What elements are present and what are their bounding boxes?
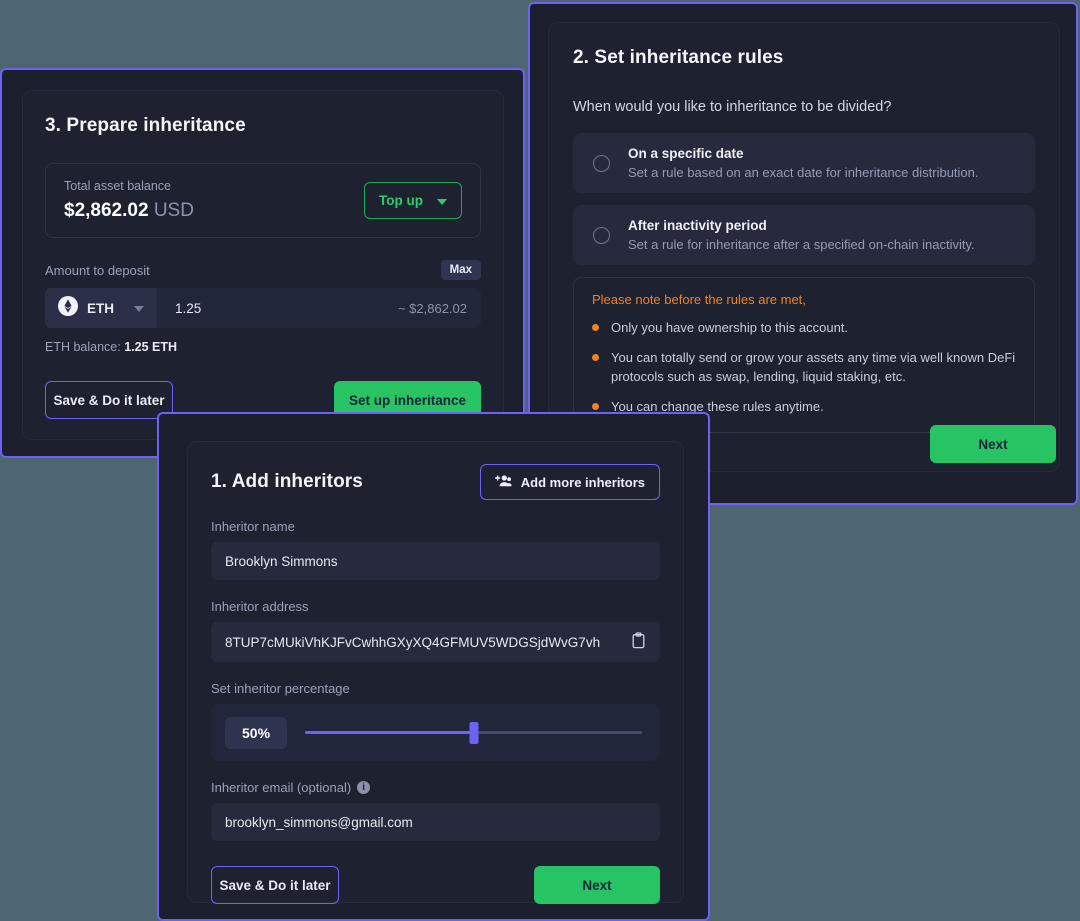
percentage-label: Set inheritor percentage	[211, 681, 350, 696]
inheritor-address-value: 8TUP7cMUkiVhKJFvCwhhGXyXQ4GFMUV5WDGSjdWv…	[225, 634, 601, 650]
add-more-inheritors-button[interactable]: Add more inheritors	[479, 464, 660, 500]
radio-option-title: On a specific date	[628, 146, 744, 161]
radio-icon[interactable]	[593, 226, 610, 244]
inheritors-title: 1. Add inheritors	[211, 471, 363, 492]
inheritor-name-label: Inheritor name	[211, 519, 295, 534]
top-up-dropdown[interactable]: Top up	[364, 182, 462, 219]
inheritor-email-group: Inheritor email (optional) i brooklyn_si…	[211, 780, 660, 841]
deposit-amount-input[interactable]: 1.25	[157, 301, 398, 316]
notice-item: You can totally send or grow your assets…	[592, 349, 1016, 387]
chevron-down-icon	[437, 193, 447, 208]
email-label-row: Inheritor email (optional) i	[211, 780, 660, 795]
eth-balance-hint: ETH balance: 1.25 ETH	[45, 340, 481, 354]
prepare-inheritance-panel: 3. Prepare inheritance Total asset balan…	[0, 68, 525, 458]
deposit-header: Amount to deposit Max	[45, 260, 481, 280]
percentage-slider-card: 50%	[211, 704, 660, 761]
eth-balance-value: 1.25 ETH	[124, 340, 178, 354]
inheritor-email-input[interactable]: brooklyn_simmons@gmail.com	[211, 803, 660, 841]
radio-option-description: Set a rule based on an exact date for in…	[628, 165, 979, 180]
max-button[interactable]: Max	[440, 260, 481, 280]
eth-balance-label: ETH balance:	[45, 340, 121, 354]
page-title: 2. Set inheritance rules	[573, 47, 784, 68]
rules-question: When would you like to inheritance to be…	[573, 99, 892, 115]
percentage-slider-track[interactable]	[305, 721, 642, 744]
inheritors-header: 1. Add inheritors Add more inheritors	[211, 464, 660, 500]
deposit-input-row: ETH 1.25 ~ $2,862.02	[45, 288, 481, 328]
token-name: ETH	[87, 300, 114, 316]
notice-item: Only you have ownership to this account.	[592, 319, 1016, 338]
inheritor-name-input[interactable]: Brooklyn Simmons	[211, 542, 660, 580]
chevron-down-icon	[134, 299, 144, 317]
prepare-title: 3. Prepare inheritance	[45, 115, 246, 136]
total-balance-card: Total asset balance $2,862.02 USD Top up	[45, 163, 481, 238]
save-later-button[interactable]: Save & Do it later	[45, 381, 173, 419]
person-add-icon	[494, 474, 512, 490]
inheritor-address-input[interactable]: 8TUP7cMUkiVhKJFvCwhhGXyXQ4GFMUV5WDGSjdWv…	[211, 622, 660, 662]
balance-amount: $2,862.02	[64, 200, 149, 221]
percentage-slider-thumb[interactable]	[469, 721, 479, 744]
total-balance-label: Total asset balance	[64, 179, 172, 193]
total-balance-value: $2,862.02 USD	[64, 200, 194, 222]
radio-option-inactivity-period[interactable]: After inactivity period Set a rule for i…	[573, 205, 1035, 265]
inheritors-actions: Save & Do it later Next	[211, 866, 660, 904]
deposit-label: Amount to deposit	[45, 262, 150, 278]
token-selector[interactable]: ETH	[45, 288, 157, 328]
notice-heading: Please note before the rules are met,	[592, 292, 806, 307]
clipboard-icon[interactable]	[631, 632, 646, 652]
top-up-label: Top up	[379, 193, 423, 208]
prepare-card: 3. Prepare inheritance Total asset balan…	[22, 90, 504, 440]
radio-option-specific-date[interactable]: On a specific date Set a rule based on a…	[573, 133, 1035, 193]
radio-option-title: After inactivity period	[628, 218, 767, 233]
inheritors-next-button[interactable]: Next	[534, 866, 660, 904]
save-later-button[interactable]: Save & Do it later	[211, 866, 339, 904]
rules-card: 2. Set inheritance rules When would you …	[548, 22, 1060, 472]
inheritor-name-group: Inheritor name Brooklyn Simmons	[211, 519, 660, 580]
radio-icon[interactable]	[593, 154, 610, 172]
inheritor-email-label: Inheritor email (optional)	[211, 780, 352, 795]
inheritors-card: 1. Add inheritors Add more inheritors In…	[187, 441, 684, 904]
eth-icon	[58, 295, 78, 321]
notice-box: Please note before the rules are met, On…	[573, 277, 1035, 434]
balance-currency: USD	[153, 200, 194, 221]
add-more-label: Add more inheritors	[520, 474, 645, 490]
bullet-icon	[592, 324, 599, 331]
bullet-icon	[592, 353, 599, 361]
inheritor-address-group: Inheritor address 8TUP7cMUkiVhKJFvCwhhGX…	[211, 599, 660, 662]
inheritor-address-label: Inheritor address	[211, 599, 309, 614]
notice-item-text: Only you have ownership to this account.	[611, 320, 849, 335]
percentage-slider-fill	[305, 731, 474, 734]
inheritor-percentage-group: Set inheritor percentage 50%	[211, 681, 660, 761]
deposit-usd-value: ~ $2,862.02	[397, 300, 467, 316]
rules-next-button[interactable]: Next	[930, 425, 1056, 463]
bullet-icon	[592, 402, 599, 410]
radio-option-description: Set a rule for inheritance after a speci…	[628, 237, 975, 252]
info-icon[interactable]: i	[357, 781, 371, 794]
percentage-value: 50%	[225, 716, 288, 749]
notice-item-text: You can totally send or grow your assets…	[611, 349, 1016, 384]
add-inheritors-panel: 1. Add inheritors Add more inheritors In…	[157, 412, 710, 921]
